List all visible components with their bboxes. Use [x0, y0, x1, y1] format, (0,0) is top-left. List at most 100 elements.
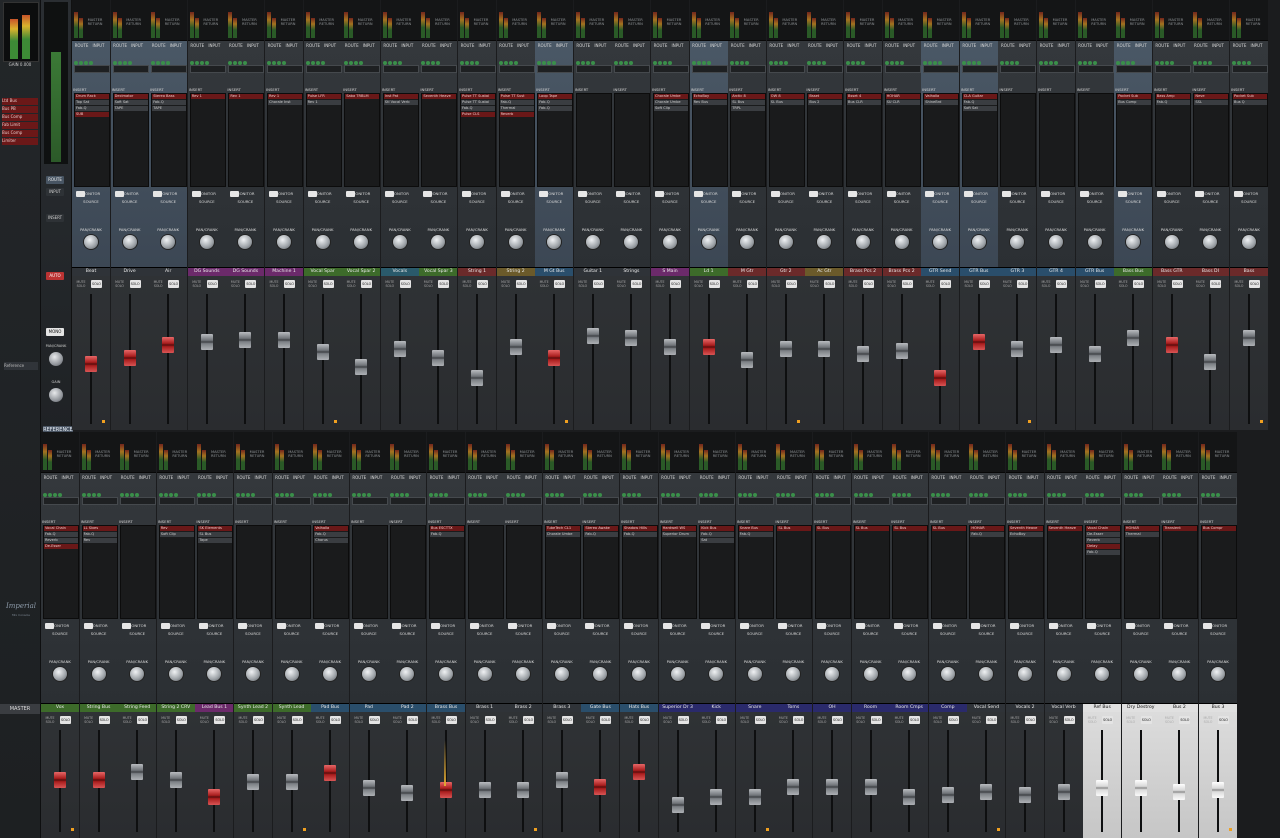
input-button[interactable]: INPUT [553, 43, 570, 48]
solo-button[interactable]: SOLO [438, 280, 450, 288]
route-button[interactable]: ROUTE [158, 475, 175, 480]
pan-knob[interactable] [747, 667, 762, 681]
insert-slot-list[interactable]: Rev 1 [189, 93, 226, 187]
monitor-button[interactable] [770, 191, 780, 197]
track-name-label[interactable]: Vocal Spar 3 [419, 267, 458, 276]
mute-button[interactable]: MUTE SOLO [731, 280, 743, 288]
track-name-label[interactable]: OH [813, 703, 851, 712]
monitor-button[interactable] [817, 623, 826, 629]
mute-button[interactable]: MUTE SOLO [1194, 280, 1206, 288]
track-name-label[interactable]: GTR Bus [959, 267, 998, 276]
solo-button[interactable]: SOLO [1025, 716, 1036, 724]
solo-button[interactable]: SOLO [1094, 280, 1106, 288]
route-button[interactable]: ROUTE [1007, 475, 1024, 480]
insert-slot[interactable]: Shadow Hills [623, 526, 657, 531]
mute-button[interactable]: MUTE SOLO [314, 716, 326, 724]
input-button[interactable]: INPUT [792, 475, 809, 480]
insert-slot[interactable]: Fab-Q [962, 100, 997, 105]
monitor-button[interactable] [925, 191, 935, 197]
input-button[interactable]: INPUT [939, 43, 956, 48]
insert-slot-list[interactable]: Stereo Awake Fab-Q [583, 525, 620, 619]
insert-slot-list[interactable]: Bass Amp Fab-Q [1154, 93, 1191, 187]
route-button[interactable]: ROUTE [150, 43, 167, 48]
mute-button[interactable]: MUTE SOLO [963, 280, 975, 288]
input-button[interactable]: INPUT [1217, 475, 1234, 480]
volume-fader[interactable] [664, 338, 676, 355]
input-selector[interactable] [660, 497, 697, 505]
input-button[interactable]: INPUT [831, 475, 848, 480]
volume-fader[interactable] [586, 327, 599, 344]
insert-slot-list[interactable]: TubeTech CL1 Chorale Umbe [544, 525, 581, 619]
solo-button[interactable]: SOLO [515, 280, 527, 288]
route-button[interactable]: ROUTE [227, 43, 244, 48]
monitor-button[interactable] [276, 623, 286, 629]
input-button[interactable]: INPUT [862, 43, 879, 48]
monitor-button[interactable] [848, 191, 857, 197]
insert-slot[interactable]: Vocal Chain [1086, 526, 1121, 531]
solo-button[interactable]: SOLO [870, 716, 882, 724]
pan-knob[interactable] [361, 667, 376, 681]
track-name-label[interactable]: Comp [928, 703, 967, 712]
insert-slot[interactable]: Rev 1 [190, 94, 225, 99]
monitor-button[interactable] [160, 623, 170, 629]
mute-button[interactable]: MUTE SOLO [422, 280, 434, 288]
pan-knob[interactable] [238, 235, 253, 249]
pan-knob[interactable] [323, 667, 338, 681]
volume-fader[interactable] [169, 772, 182, 788]
insert-slot[interactable]: HOHAR [970, 526, 1005, 531]
track-name-label[interactable]: Bass DI [1191, 267, 1230, 276]
input-button[interactable]: INPUT [283, 43, 300, 48]
mute-button[interactable]: MUTE SOLO [391, 716, 403, 724]
route-button[interactable]: ROUTE [389, 475, 406, 480]
pan-knob[interactable] [1087, 235, 1102, 249]
monitor-button[interactable] [809, 191, 819, 197]
solo-button[interactable]: SOLO [824, 280, 836, 288]
track-name-label[interactable]: S Main [651, 267, 689, 276]
volume-fader[interactable] [934, 370, 947, 387]
input-selector[interactable] [274, 497, 311, 505]
monitor-button[interactable] [114, 191, 124, 197]
solo-button[interactable]: SOLO [1063, 716, 1075, 724]
track-name-label[interactable]: Hats Bus [620, 703, 658, 712]
mute-button[interactable]: MUTE SOLO [546, 716, 558, 724]
track-name-label[interactable]: Gtr 2 [766, 267, 805, 276]
insert-slot[interactable]: HOHAR [1124, 526, 1159, 531]
insert-slot[interactable]: Vocal Chain [44, 526, 78, 531]
route-button[interactable]: ROUTE [1077, 43, 1094, 48]
input-selector[interactable] [544, 497, 581, 505]
insert-slot-list[interactable]: SK Elements SL Bus Tape [197, 525, 234, 619]
volume-fader[interactable] [517, 782, 530, 799]
pan-knob[interactable] [122, 235, 137, 249]
insert-slot[interactable]: Stl Vocal Verb [383, 100, 418, 105]
mute-button[interactable]: MUTE SOLO [584, 716, 596, 724]
solo-button[interactable]: SOLO [986, 716, 998, 724]
monitor-button[interactable] [732, 191, 742, 197]
route-button[interactable]: ROUTE [196, 475, 213, 480]
input-button[interactable]: INPUT [630, 43, 647, 48]
track-name-label[interactable]: Drive [110, 267, 149, 276]
pan-knob[interactable] [593, 667, 608, 681]
insert-slot[interactable]: Rev 1 [268, 94, 302, 99]
volume-fader[interactable] [548, 350, 561, 366]
track-name-label[interactable]: GTR 3 [998, 267, 1037, 276]
monitor-button[interactable] [585, 623, 595, 629]
track-name-label[interactable]: Vocals 2 [1006, 703, 1044, 712]
monitor-button[interactable] [624, 623, 633, 629]
mute-button[interactable]: MUTE SOLO [83, 716, 95, 724]
insert-slot[interactable]: Fab-Q [623, 532, 657, 537]
insert-slot[interactable]: TAPE [152, 106, 187, 111]
pan-knob[interactable] [392, 235, 407, 249]
route-button[interactable]: ROUTE [575, 43, 592, 48]
input-selector[interactable] [236, 497, 272, 505]
insert-slot[interactable]: Superior Drum [661, 532, 696, 537]
insert-slot-list[interactable] [390, 525, 427, 619]
monitor-button[interactable] [83, 623, 93, 629]
master-insert-slot[interactable]: Ltd Bus [2, 98, 38, 105]
mute-button[interactable]: MUTE SOLO [461, 280, 473, 288]
route-button[interactable]: ROUTE [814, 475, 831, 480]
input-button[interactable]: INPUT [599, 475, 616, 480]
insert-slot[interactable]: Soft Sat [113, 100, 148, 105]
pan-knob[interactable] [1133, 667, 1148, 681]
input-selector[interactable] [737, 497, 774, 505]
route-button[interactable]: ROUTE [1161, 475, 1178, 480]
